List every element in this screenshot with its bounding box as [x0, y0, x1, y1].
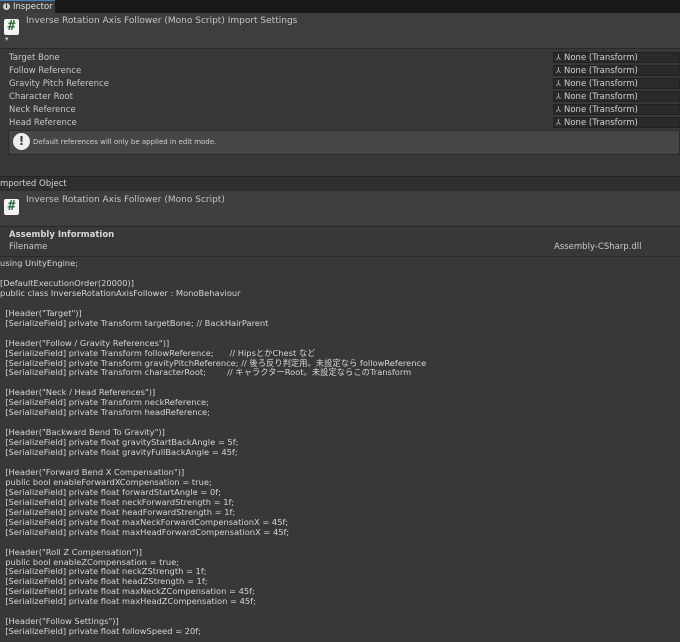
code-line: [SerializeField] private float neckZStre… — [0, 566, 207, 577]
object-field-value: None (Transform) — [564, 66, 638, 76]
transform-icon: ⅄ — [556, 66, 561, 75]
code-line: [SerializeField] private Transform chara… — [0, 367, 412, 378]
transform-icon: ⅄ — [556, 105, 561, 114]
help-box: ! Default references will only be applie… — [8, 130, 680, 155]
page-title: Inverse Rotation Axis Follower (Mono Scr… — [26, 16, 298, 26]
code-line: [SerializeField] private float forwardSt… — [0, 486, 221, 497]
code-line: [SerializeField] private float maxNeckZC… — [0, 586, 255, 597]
dropdown-caret-icon[interactable]: ▾ — [5, 35, 9, 43]
code-line: [SerializeField] private float headForwa… — [0, 506, 236, 517]
field-label: Character Root — [9, 92, 73, 102]
code-line: [DefaultExecutionOrder(20000)] — [0, 277, 134, 288]
warning-icon: ! — [13, 133, 30, 150]
code-line: [SerializeField] private float gravityFu… — [0, 447, 238, 458]
info-icon: i — [3, 3, 10, 10]
transform-icon: ⅄ — [556, 92, 561, 101]
imported-object-header: # Inverse Rotation Axis Follower (Mono S… — [0, 191, 680, 227]
imported-object-label: mported Object — [0, 179, 67, 189]
code-line: public class InverseRotationAxisFollower… — [0, 287, 241, 298]
object-field[interactable]: ⅄ None (Transform) — [553, 78, 680, 89]
filename-value: Assembly-CSharp.dll — [554, 242, 642, 252]
code-line: [Header("Follow Settings")] — [0, 616, 119, 627]
code-line: [SerializeField] private float followSpe… — [0, 626, 202, 637]
field-label: Target Bone — [9, 53, 60, 63]
field-label: Gravity Pitch Reference — [9, 79, 109, 89]
import-settings-header: # ▾ Inverse Rotation Axis Follower (Mono… — [0, 13, 680, 49]
object-field-value: None (Transform) — [564, 92, 638, 102]
tab-label: Inspector — [13, 2, 53, 12]
object-field[interactable]: ⅄ None (Transform) — [553, 65, 680, 76]
field-label: Neck Reference — [9, 105, 76, 115]
code-line: [SerializeField] private float headZStre… — [0, 576, 208, 587]
transform-icon: ⅄ — [556, 53, 561, 62]
code-line: [Header("Backward Bend To Gravity")] — [0, 427, 165, 438]
code-line: [SerializeField] private Transform follo… — [0, 347, 316, 358]
code-line: [SerializeField] private Transform gravi… — [0, 357, 427, 368]
code-line: public bool enableForwardXCompensation =… — [0, 476, 212, 487]
code-line: [SerializeField] private float maxNeckFo… — [0, 516, 289, 527]
imported-object-bar: mported Object — [0, 176, 680, 192]
object-field[interactable]: ⅄ None (Transform) — [553, 52, 680, 63]
code-line: using UnityEngine; — [0, 258, 79, 268]
code-line: [Header("Forward Bend X Compensation")] — [0, 466, 185, 477]
transform-icon: ⅄ — [556, 118, 561, 127]
object-field-value: None (Transform) — [564, 105, 638, 115]
code-line: [SerializeField] private float gravitySt… — [0, 437, 239, 448]
assembly-info-heading: Assembly Information — [9, 230, 115, 240]
code-line: [SerializeField] private Transform neckR… — [0, 397, 209, 408]
code-line: public bool enableZCompensation = true; — [0, 556, 179, 567]
code-line: [Header("Neck / Head References")] — [0, 387, 156, 398]
tab-bar — [0, 0, 680, 13]
help-text: Default references will only be applied … — [33, 138, 217, 146]
filename-label: Filename — [9, 242, 48, 252]
csharp-script-icon: # — [4, 199, 19, 215]
code-line: [SerializeField] private float maxHeadZC… — [0, 596, 256, 607]
tab-inspector[interactable]: i Inspector — [0, 0, 55, 13]
transform-icon: ⅄ — [556, 79, 561, 88]
code-line: [SerializeField] private Transform headR… — [0, 407, 210, 418]
field-label: Head Reference — [9, 118, 77, 128]
code-line: [SerializeField] private Transform targe… — [0, 317, 269, 328]
object-field[interactable]: ⅄ None (Transform) — [553, 117, 680, 128]
object-field-value: None (Transform) — [564, 53, 638, 63]
object-field-value: None (Transform) — [564, 118, 638, 128]
code-line: [Header("Target")] — [0, 307, 82, 318]
script-source-preview[interactable]: using UnityEngine; [DefaultExecutionOrder… — [0, 258, 680, 642]
csharp-script-icon: # — [4, 19, 19, 35]
code-line: [SerializeField] private float maxHeadFo… — [0, 526, 290, 537]
imported-object-title: Inverse Rotation Axis Follower (Mono Scr… — [26, 195, 225, 205]
code-line: [SerializeField] private float neckForwa… — [0, 496, 235, 507]
divider — [0, 256, 680, 257]
field-label: Follow Reference — [9, 66, 82, 76]
object-field-value: None (Transform) — [564, 79, 638, 89]
object-field[interactable]: ⅄ None (Transform) — [553, 91, 680, 102]
object-field[interactable]: ⅄ None (Transform) — [553, 104, 680, 115]
code-line: [Header("Roll Z Compensation")] — [0, 546, 142, 557]
code-line: [Header("Follow / Gravity References")] — [0, 337, 170, 348]
